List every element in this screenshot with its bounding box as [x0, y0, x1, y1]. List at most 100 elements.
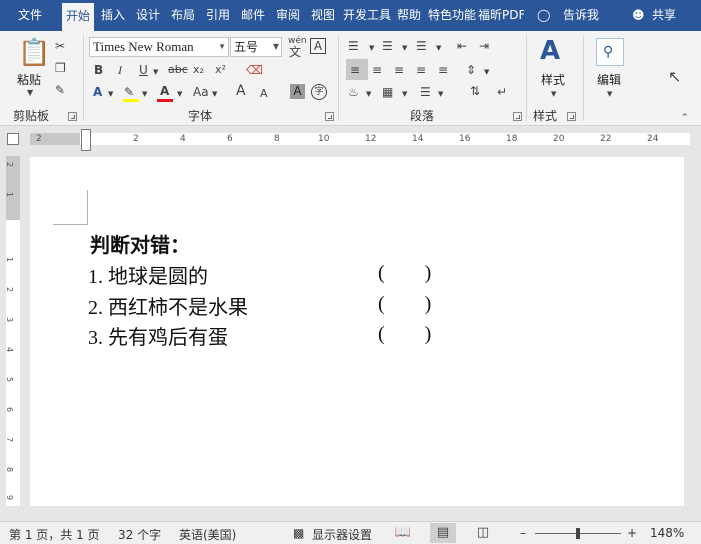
bullets-icon[interactable]: ☰: [348, 38, 359, 54]
collapse-ribbon-icon[interactable]: ⌃: [681, 110, 689, 126]
tab-home[interactable]: 开始: [62, 3, 94, 31]
phonetic-guide-char-icon[interactable]: 文: [289, 44, 301, 60]
tab-insert[interactable]: 插入: [97, 0, 129, 31]
zoom-level[interactable]: 148%: [650, 526, 684, 540]
zoom-out-icon[interactable]: –: [520, 526, 526, 540]
strikethrough-button[interactable]: abc: [168, 62, 188, 78]
lightbulb-icon[interactable]: ◯: [537, 0, 550, 31]
paragraph-launcher-icon[interactable]: [513, 112, 522, 121]
shading-icon[interactable]: ♨: [348, 84, 359, 100]
change-case-button[interactable]: Aa: [193, 84, 209, 100]
bold-button[interactable]: B: [94, 62, 103, 78]
enclose-characters-button[interactable]: 字: [311, 84, 327, 100]
answer-blank[interactable]: ( ): [378, 293, 431, 316]
text-effects-icon[interactable]: A: [93, 84, 102, 100]
tab-special-features[interactable]: 特色功能: [428, 0, 476, 31]
chevron-down-icon[interactable]: ▼: [218, 38, 226, 56]
show-marks-icon[interactable]: ↵: [497, 84, 507, 100]
answer-blank[interactable]: ( ): [378, 323, 431, 346]
language-status[interactable]: 英语(美国): [179, 526, 236, 543]
document-list-item[interactable]: 3. 先有鸡后有蛋: [88, 321, 228, 350]
answer-blank[interactable]: ( ): [378, 262, 431, 285]
tab-help[interactable]: 帮助: [394, 0, 424, 31]
zoom-in-icon[interactable]: +: [627, 526, 637, 540]
sort-icon[interactable]: ⇅: [470, 83, 480, 99]
decrease-indent-icon[interactable]: ⇤: [457, 38, 467, 54]
chevron-down-icon[interactable]: ▼: [402, 86, 407, 102]
superscript-button[interactable]: x²: [215, 62, 226, 78]
chevron-down-icon[interactable]: ▼: [607, 86, 612, 102]
search-icon[interactable]: ⚲: [603, 44, 613, 60]
align-right-icon[interactable]: ≡: [394, 62, 404, 78]
subscript-button[interactable]: x₂: [193, 62, 204, 78]
indent-marker[interactable]: [81, 129, 91, 151]
share-button[interactable]: 共享: [652, 0, 676, 31]
document-list-item[interactable]: 1. 地球是圆的: [88, 260, 208, 289]
display-settings-button[interactable]: 显示器设置: [312, 526, 372, 543]
align-center-icon[interactable]: ≡: [372, 62, 382, 78]
format-painter-icon[interactable]: ✎: [55, 82, 65, 98]
tab-view[interactable]: 视图: [307, 0, 339, 31]
print-layout-icon[interactable]: ▤: [430, 523, 456, 543]
chevron-down-icon[interactable]: ▼: [369, 40, 374, 56]
tab-references[interactable]: 引用: [202, 0, 234, 31]
character-border-icon[interactable]: A: [310, 38, 326, 54]
increase-indent-icon[interactable]: ⇥: [479, 38, 489, 54]
tab-developer[interactable]: 开发工具: [342, 0, 392, 31]
font-name-combobox[interactable]: Times New Roman ▼: [89, 37, 229, 57]
chevron-down-icon[interactable]: ▼: [142, 86, 147, 102]
chevron-down-icon[interactable]: ▼: [212, 86, 217, 102]
highlight-icon[interactable]: ✎: [124, 84, 134, 100]
chevron-down-icon[interactable]: ▼: [177, 86, 182, 102]
numbering-icon[interactable]: ☰: [382, 38, 393, 54]
zoom-slider-thumb[interactable]: [576, 528, 580, 539]
italic-button[interactable]: I: [118, 62, 122, 78]
font-size-combobox[interactable]: 五号 ▼: [230, 37, 282, 57]
chevron-down-icon[interactable]: ▼: [484, 64, 489, 80]
web-layout-icon[interactable]: ◫: [470, 523, 496, 543]
chevron-down-icon[interactable]: ▼: [551, 86, 556, 102]
underline-button[interactable]: U: [139, 62, 148, 78]
chevron-down-icon[interactable]: ▼: [153, 64, 158, 80]
chevron-down-icon[interactable]: ▼: [108, 86, 113, 102]
styles-launcher-icon[interactable]: [567, 112, 576, 121]
document-heading[interactable]: 判断对错：: [90, 229, 190, 258]
read-mode-icon[interactable]: 📖: [390, 523, 416, 543]
tell-me-search[interactable]: 告诉我: [563, 0, 599, 31]
multilevel-list-icon[interactable]: ☰: [416, 38, 427, 54]
styles-icon[interactable]: A: [540, 37, 560, 65]
clear-formatting-icon[interactable]: ⌫: [246, 62, 263, 78]
document-list-item[interactable]: 2. 西红柿不是水果: [88, 291, 248, 320]
cut-icon[interactable]: ✂: [55, 38, 65, 54]
character-shading-button[interactable]: A: [290, 84, 305, 99]
tab-layout[interactable]: 布局: [167, 0, 199, 31]
display-settings-icon[interactable]: ▩: [293, 526, 304, 540]
chevron-down-icon[interactable]: ▼: [438, 86, 443, 102]
paste-icon[interactable]: 📋: [18, 39, 50, 67]
tab-foxit-pdf[interactable]: 福昕PDF: [478, 0, 524, 31]
tab-file[interactable]: 文件: [6, 0, 54, 31]
chevron-down-icon[interactable]: ▼: [273, 38, 279, 56]
vertical-scrollbar[interactable]: [686, 151, 701, 521]
tab-selector-icon[interactable]: [7, 133, 19, 145]
line-spacing-icon[interactable]: ⇕: [466, 62, 476, 78]
paste-dropdown-icon[interactable]: ▼: [27, 85, 33, 101]
shrink-font-button[interactable]: A: [260, 86, 268, 102]
word-count-status[interactable]: 32 个字: [118, 526, 161, 543]
borders-icon[interactable]: ▦: [382, 84, 393, 100]
tab-review[interactable]: 审阅: [272, 0, 304, 31]
tab-design[interactable]: 设计: [132, 0, 164, 31]
align-left-icon[interactable]: ≡: [350, 62, 360, 78]
chevron-down-icon[interactable]: ▼: [366, 86, 371, 102]
grow-font-button[interactable]: A: [236, 83, 246, 99]
copy-icon[interactable]: ❐: [55, 60, 66, 76]
font-color-icon[interactable]: A: [160, 83, 169, 99]
justify-icon[interactable]: ≡: [416, 62, 426, 78]
chevron-down-icon[interactable]: ▼: [436, 40, 441, 56]
tab-mailings[interactable]: 邮件: [237, 0, 269, 31]
distributed-icon[interactable]: ≡: [438, 62, 448, 78]
chevron-down-icon[interactable]: ▼: [402, 40, 407, 56]
font-launcher-icon[interactable]: [325, 112, 334, 121]
chinese-layout-icon[interactable]: ☰: [420, 84, 431, 100]
clipboard-launcher-icon[interactable]: [68, 112, 77, 121]
